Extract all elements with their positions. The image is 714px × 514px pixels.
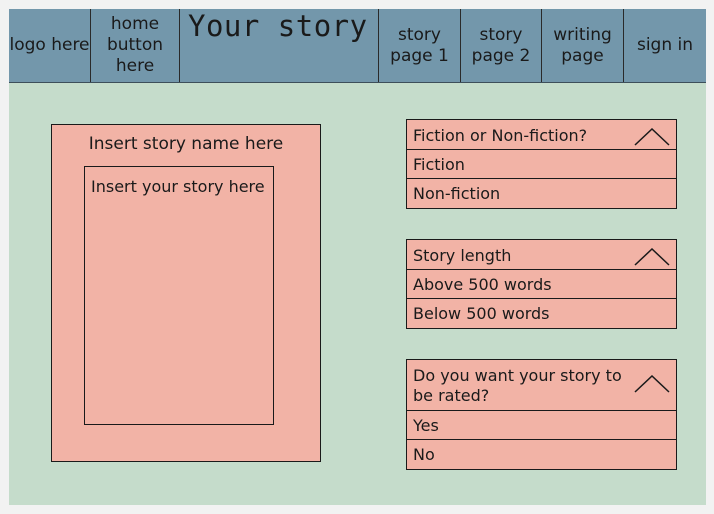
- page-title: Your story: [180, 9, 379, 82]
- nav-story-page-2[interactable]: story page 2: [461, 9, 542, 82]
- dropdown-option-fiction[interactable]: Fiction: [406, 148, 677, 180]
- top-navbar: logo here home button here Your story st…: [9, 9, 706, 83]
- story-body-placeholder: Insert your story here: [91, 177, 265, 196]
- rating-dropdown: Do you want your story to be rated? Yes …: [406, 359, 677, 470]
- story-name-input[interactable]: Insert story name here: [52, 134, 320, 154]
- nav-story-page-1[interactable]: story page 1: [379, 9, 461, 82]
- fiction-dropdown-header[interactable]: Fiction or Non-fiction?: [406, 119, 677, 150]
- chevron-up-icon[interactable]: [634, 375, 670, 393]
- dropdown-option-non-fiction[interactable]: Non-fiction: [406, 178, 677, 209]
- story-length-dropdown: Story length Above 500 words Below 500 w…: [406, 239, 677, 329]
- dropdown-option-above-500[interactable]: Above 500 words: [406, 268, 677, 300]
- story-body-input[interactable]: Insert your story here: [84, 166, 274, 425]
- story-editor-panel: Insert story name here Insert your story…: [51, 124, 321, 462]
- rating-dropdown-header[interactable]: Do you want your story to be rated?: [406, 359, 677, 411]
- dropdown-option-below-500[interactable]: Below 500 words: [406, 298, 677, 329]
- story-length-dropdown-header[interactable]: Story length: [406, 239, 677, 270]
- fiction-dropdown: Fiction or Non-fiction? Fiction Non-fict…: [406, 119, 677, 209]
- dropdown-option-no[interactable]: No: [406, 439, 677, 470]
- logo[interactable]: logo here: [9, 9, 91, 82]
- dropdown-label: Do you want your story to be rated?: [413, 366, 622, 405]
- home-button[interactable]: home button here: [91, 9, 180, 82]
- chevron-up-icon[interactable]: [634, 248, 670, 266]
- dropdown-label: Fiction or Non-fiction?: [413, 126, 588, 145]
- sign-in-link[interactable]: sign in: [624, 9, 706, 82]
- nav-writing-page[interactable]: writing page: [542, 9, 624, 82]
- chevron-up-icon[interactable]: [634, 128, 670, 146]
- dropdown-label: Story length: [413, 246, 512, 265]
- dropdown-option-yes[interactable]: Yes: [406, 409, 677, 441]
